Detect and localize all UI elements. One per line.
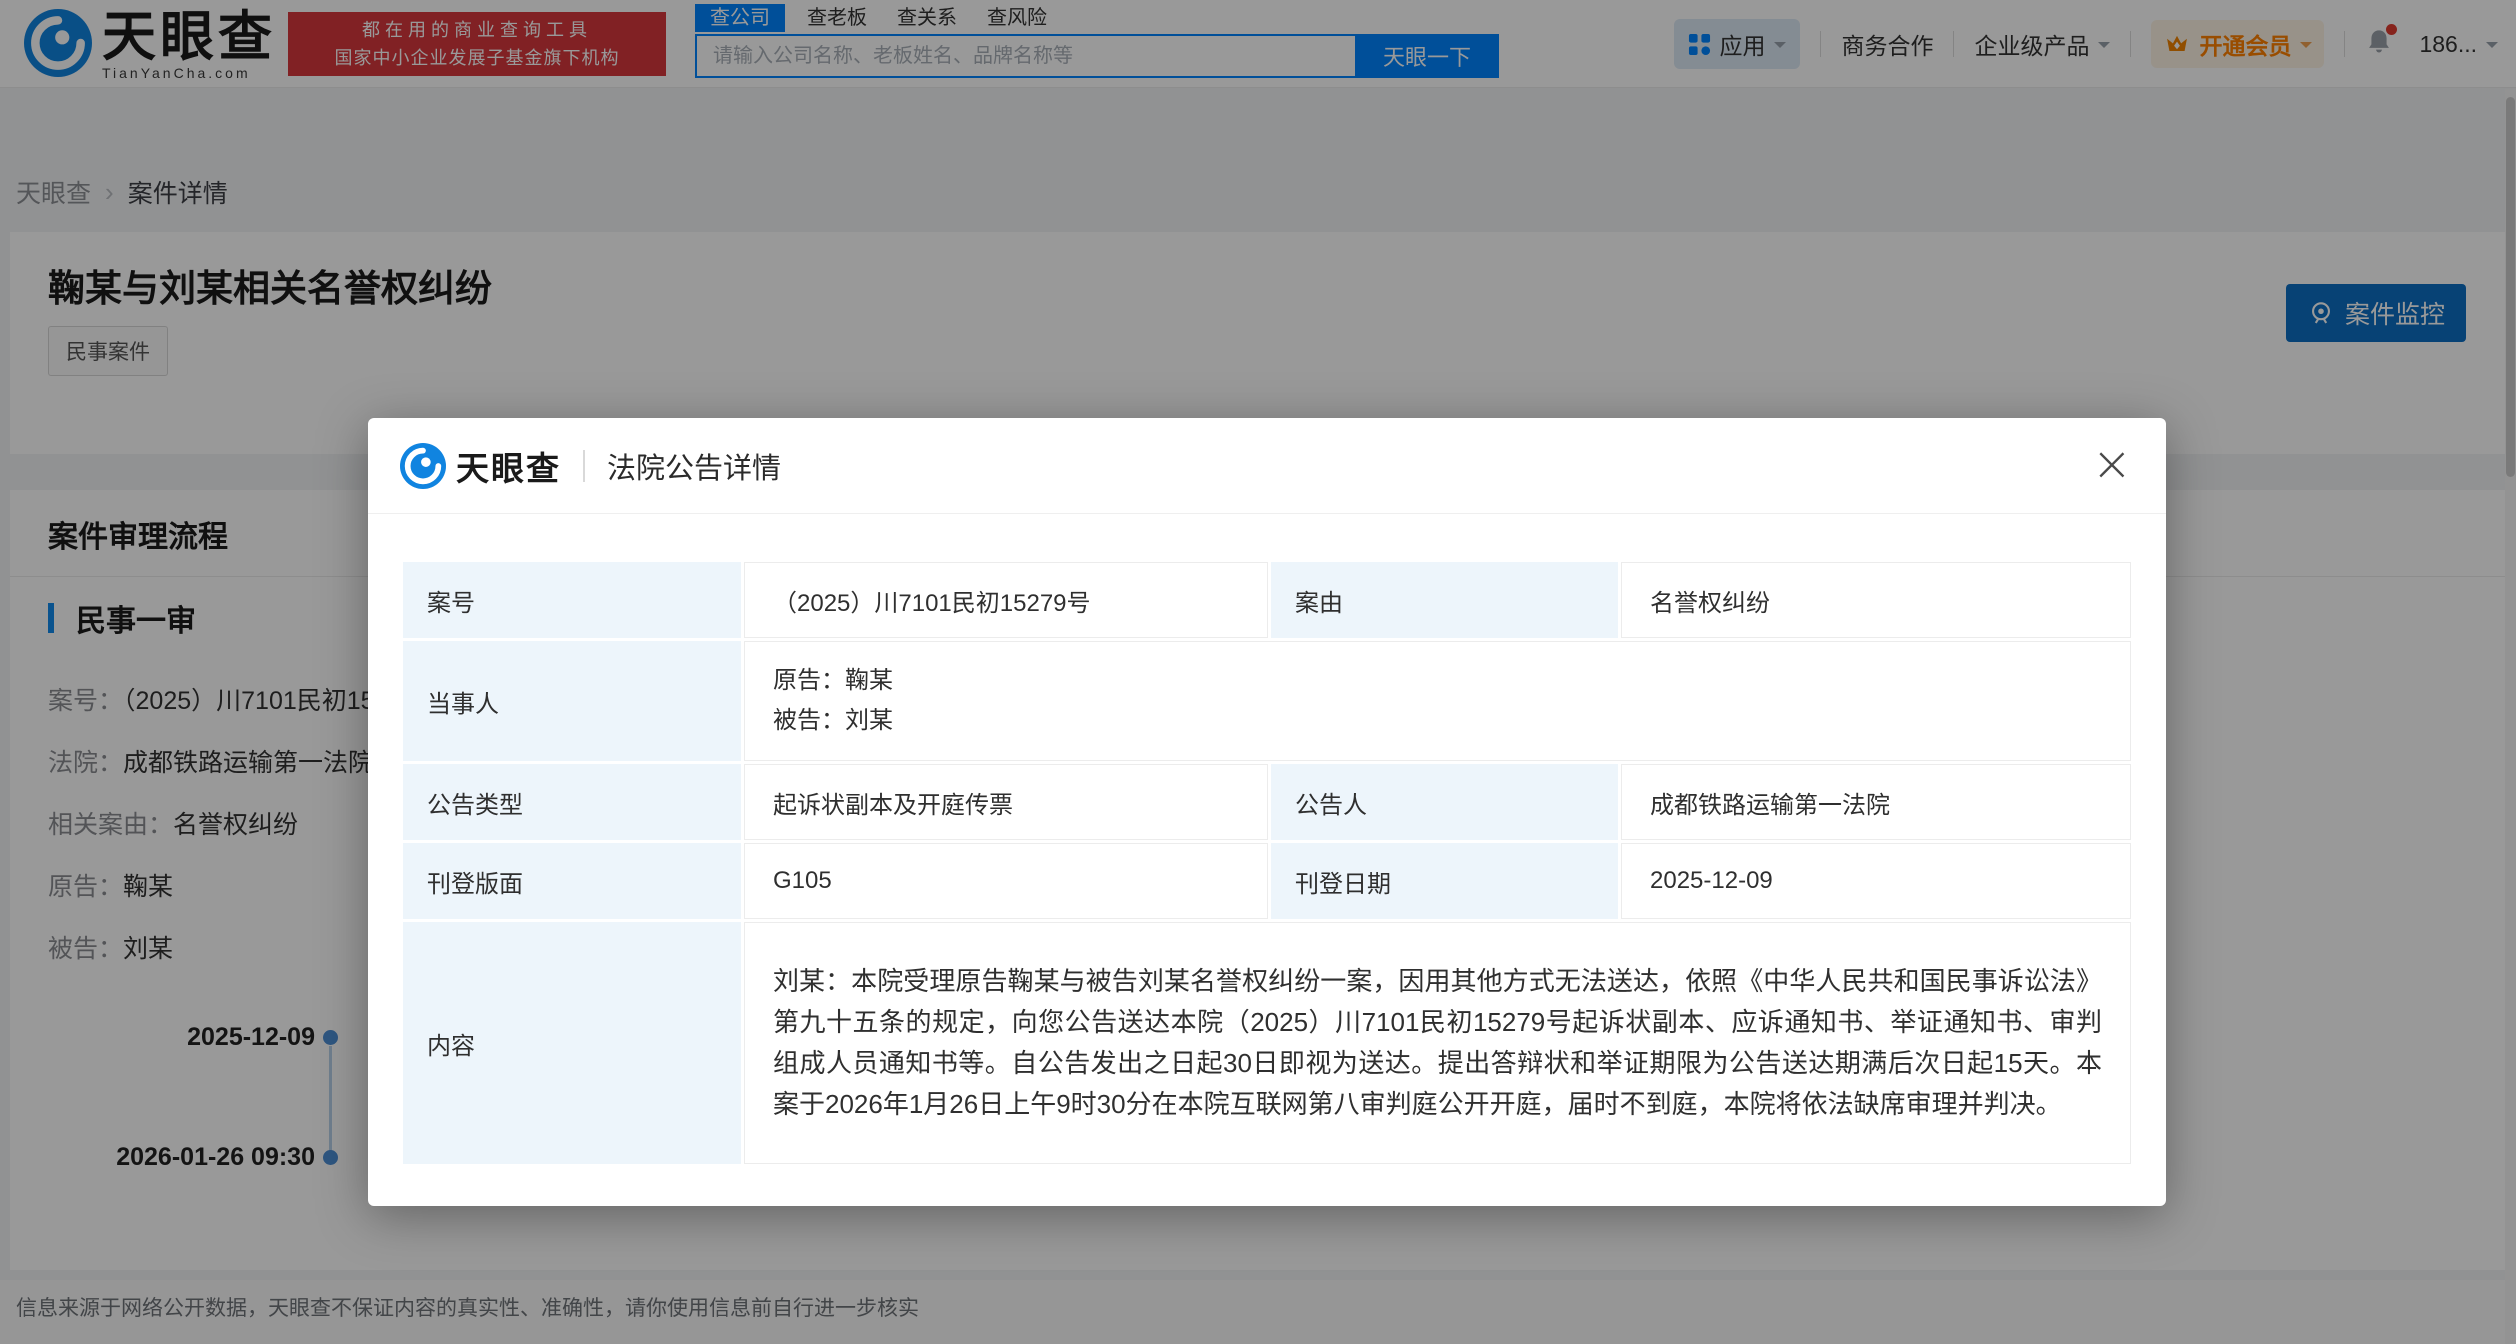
party-label: 当事人 xyxy=(403,641,741,761)
content-value: 刘某：本院受理原告鞠某与被告刘某名誉权纠纷一案，因用其他方式无法送达，依照《中华… xyxy=(744,922,2131,1164)
close-icon[interactable]: × xyxy=(2092,432,2132,496)
case-no-value: （2025）川7101民初15279号 xyxy=(744,562,1268,638)
announcer-label: 公告人 xyxy=(1271,764,1618,840)
page-value: G105 xyxy=(744,843,1268,919)
table-row: 当事人 原告：鞠某 被告：刘某 xyxy=(403,641,2131,761)
modal-title-divider xyxy=(583,450,585,482)
pub-date-value: 2025-12-09 xyxy=(1621,843,2131,919)
type-value: 起诉状副本及开庭传票 xyxy=(744,764,1268,840)
table-row: 公告类型 起诉状副本及开庭传票 公告人 成都铁路运输第一法院 xyxy=(403,764,2131,840)
modal-header: 天眼查 法院公告详情 × xyxy=(368,418,2166,514)
announcer-value: 成都铁路运输第一法院 xyxy=(1621,764,2131,840)
court-announcement-modal: 天眼查 法院公告详情 × 案号 （2025）川7101民初15279号 案由 名… xyxy=(368,418,2166,1206)
table-row: 内容 刘某：本院受理原告鞠某与被告刘某名誉权纠纷一案，因用其他方式无法送达，依照… xyxy=(403,922,2131,1164)
page-label: 刊登版面 xyxy=(403,843,741,919)
tianyancha-eye-icon xyxy=(400,443,446,489)
modal-brand: 天眼查 xyxy=(456,442,561,490)
party-defendant: 被告：刘某 xyxy=(773,701,2110,741)
cause-label: 案由 xyxy=(1271,562,1618,638)
type-label: 公告类型 xyxy=(403,764,741,840)
cause-value: 名誉权纠纷 xyxy=(1621,562,2131,638)
table-row: 刊登版面 G105 刊登日期 2025-12-09 xyxy=(403,843,2131,919)
pub-date-label: 刊登日期 xyxy=(1271,843,1618,919)
party-plaintiff: 原告：鞠某 xyxy=(773,661,2110,701)
announcement-table: 案号 （2025）川7101民初15279号 案由 名誉权纠纷 当事人 原告：鞠… xyxy=(400,559,2134,1167)
table-row: 案号 （2025）川7101民初15279号 案由 名誉权纠纷 xyxy=(403,562,2131,638)
modal-body: 案号 （2025）川7101民初15279号 案由 名誉权纠纷 当事人 原告：鞠… xyxy=(368,514,2166,1167)
content-label: 内容 xyxy=(403,922,741,1164)
party-value: 原告：鞠某 被告：刘某 xyxy=(744,641,2131,761)
case-no-label: 案号 xyxy=(403,562,741,638)
modal-title: 法院公告详情 xyxy=(607,445,781,487)
